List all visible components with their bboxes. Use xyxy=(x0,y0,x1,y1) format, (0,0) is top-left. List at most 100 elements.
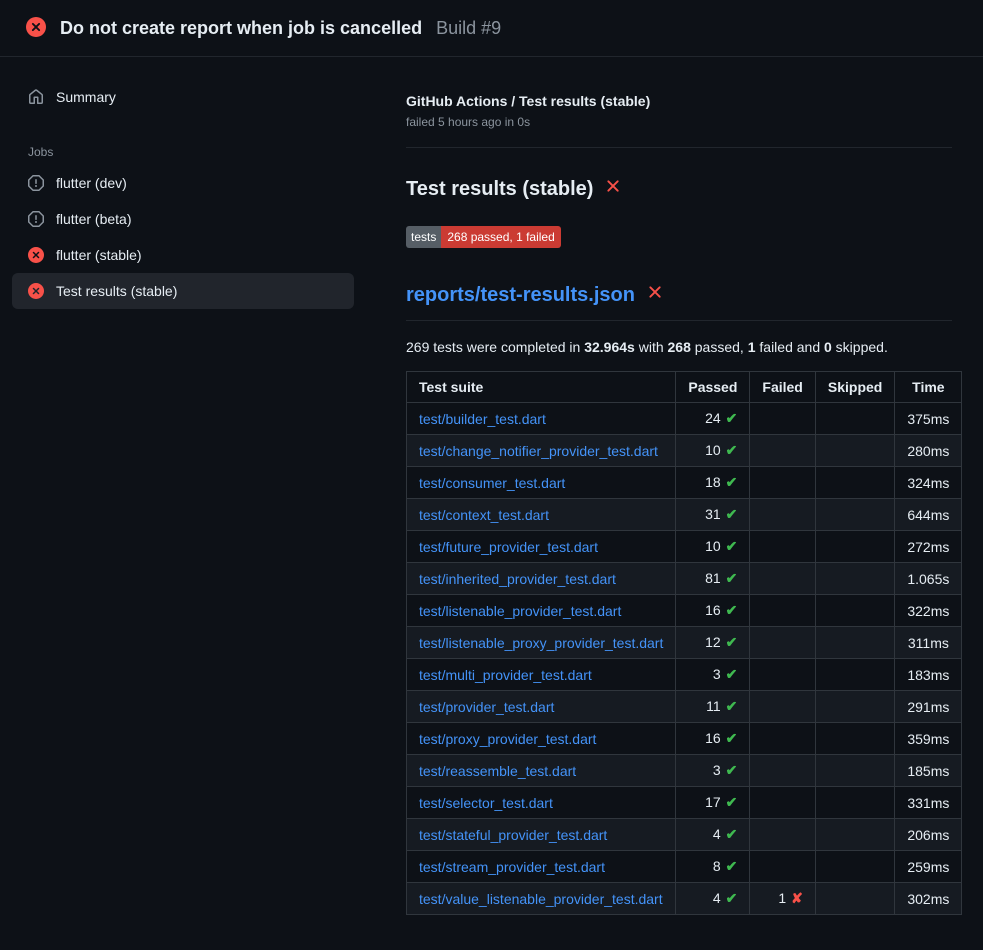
count-value: 18 xyxy=(705,474,721,490)
suite-link[interactable]: test/proxy_provider_test.dart xyxy=(419,731,596,747)
divider xyxy=(406,147,952,148)
skipped-cell xyxy=(815,691,894,723)
failed-cell xyxy=(750,467,815,499)
suite-cell: test/value_listenable_provider_test.dart xyxy=(407,883,676,915)
breadcrumb: GitHub Actions / Test results (stable) xyxy=(406,93,952,109)
suite-link[interactable]: test/inherited_provider_test.dart xyxy=(419,571,616,587)
section-title: Test results (stable) xyxy=(406,176,952,202)
check-icon: ✔ xyxy=(726,506,738,522)
count-value: 81 xyxy=(705,570,721,586)
sidebar-item-flutter-stable[interactable]: flutter (stable) xyxy=(12,237,354,273)
suite-cell: test/proxy_provider_test.dart xyxy=(407,723,676,755)
report-link[interactable]: reports/test-results.json xyxy=(406,284,635,307)
x-circle-fill-icon xyxy=(28,283,44,299)
check-icon: ✔ xyxy=(726,442,738,458)
suite-link[interactable]: test/selector_test.dart xyxy=(419,795,553,811)
suite-link[interactable]: test/provider_test.dart xyxy=(419,699,554,715)
time-cell: 183ms xyxy=(895,659,962,691)
skipped-cell xyxy=(815,787,894,819)
suite-link[interactable]: test/future_provider_test.dart xyxy=(419,539,598,555)
skipped-cell xyxy=(815,883,894,915)
check-icon: ✔ xyxy=(726,602,738,618)
time-cell: 302ms xyxy=(895,883,962,915)
column-header-time: Time xyxy=(895,372,962,403)
stop-icon xyxy=(28,175,44,191)
suite-cell: test/builder_test.dart xyxy=(407,403,676,435)
summary-line: 269 tests were completed in 32.964s with… xyxy=(406,339,952,355)
suite-link[interactable]: test/context_test.dart xyxy=(419,507,549,523)
skipped-cell xyxy=(815,659,894,691)
suite-cell: test/listenable_proxy_provider_test.dart xyxy=(407,627,676,659)
count-value: 4 xyxy=(713,890,721,906)
suite-link[interactable]: test/multi_provider_test.dart xyxy=(419,667,592,683)
failed-cell xyxy=(750,787,815,819)
summary-text: with xyxy=(635,339,668,355)
table-row: test/multi_provider_test.dart 3✔ 183ms xyxy=(407,659,962,691)
summary-text: failed and xyxy=(756,339,825,355)
suite-link[interactable]: test/value_listenable_provider_test.dart xyxy=(419,891,663,907)
suite-cell: test/change_notifier_provider_test.dart xyxy=(407,435,676,467)
suite-link[interactable]: test/builder_test.dart xyxy=(419,411,546,427)
summary-text: passed, xyxy=(691,339,748,355)
column-header-passed: Passed xyxy=(676,372,750,403)
count-value: 24 xyxy=(705,410,721,426)
check-icon: ✔ xyxy=(726,666,738,682)
passed-cell: 4✔ xyxy=(676,819,750,851)
suite-cell: test/multi_provider_test.dart xyxy=(407,659,676,691)
time-cell: 280ms xyxy=(895,435,962,467)
run-meta: failed 5 hours ago in 0s xyxy=(406,115,952,129)
suite-link[interactable]: test/listenable_proxy_provider_test.dart xyxy=(419,635,663,651)
check-icon: ✔ xyxy=(726,826,738,842)
count-value: 31 xyxy=(705,506,721,522)
sidebar: Summary Jobs flutter (dev) flutter (beta… xyxy=(0,57,366,309)
failed-cell xyxy=(750,723,815,755)
column-header-skipped: Skipped xyxy=(815,372,894,403)
check-icon: ✔ xyxy=(726,474,738,490)
time-cell: 331ms xyxy=(895,787,962,819)
table-row: test/reassemble_test.dart 3✔ 185ms xyxy=(407,755,962,787)
summary-duration: 32.964s xyxy=(584,339,635,355)
sidebar-item-label: flutter (dev) xyxy=(56,175,127,191)
suite-link[interactable]: test/change_notifier_provider_test.dart xyxy=(419,443,658,459)
passed-cell: 3✔ xyxy=(676,659,750,691)
count-value: 12 xyxy=(705,634,721,650)
skipped-cell xyxy=(815,467,894,499)
time-cell: 206ms xyxy=(895,819,962,851)
suite-link[interactable]: test/listenable_provider_test.dart xyxy=(419,603,621,619)
sidebar-item-flutter-dev[interactable]: flutter (dev) xyxy=(12,165,354,201)
jobs-section-label: Jobs xyxy=(12,139,354,165)
skipped-cell xyxy=(815,499,894,531)
suite-link[interactable]: test/stateful_provider_test.dart xyxy=(419,827,607,843)
time-cell: 291ms xyxy=(895,691,962,723)
table-header-row: Test suite Passed Failed Skipped Time xyxy=(407,372,962,403)
passed-cell: 10✔ xyxy=(676,531,750,563)
summary-skipped-count: 0 xyxy=(824,339,832,355)
failed-cell xyxy=(750,659,815,691)
time-cell: 375ms xyxy=(895,403,962,435)
sidebar-item-test-results-stable[interactable]: Test results (stable) xyxy=(12,273,354,309)
count-value: 10 xyxy=(705,538,721,554)
suite-cell: test/stream_provider_test.dart xyxy=(407,851,676,883)
x-icon xyxy=(603,176,623,202)
skipped-cell xyxy=(815,851,894,883)
suite-cell: test/consumer_test.dart xyxy=(407,467,676,499)
suite-cell: test/stateful_provider_test.dart xyxy=(407,819,676,851)
run-header: Do not create report when job is cancell… xyxy=(0,0,983,57)
column-header-failed: Failed xyxy=(750,372,815,403)
passed-cell: 12✔ xyxy=(676,627,750,659)
suite-link[interactable]: test/consumer_test.dart xyxy=(419,475,565,491)
table-row: test/stateful_provider_test.dart 4✔ 206m… xyxy=(407,819,962,851)
failed-cell xyxy=(750,819,815,851)
table-row: test/stream_provider_test.dart 8✔ 259ms xyxy=(407,851,962,883)
passed-cell: 17✔ xyxy=(676,787,750,819)
passed-cell: 8✔ xyxy=(676,851,750,883)
sidebar-item-flutter-beta[interactable]: flutter (beta) xyxy=(12,201,354,237)
badge-value: 268 passed, 1 failed xyxy=(441,226,560,248)
suite-cell: test/inherited_provider_test.dart xyxy=(407,563,676,595)
table-row: test/context_test.dart 31✔ 644ms xyxy=(407,499,962,531)
sidebar-item-summary[interactable]: Summary xyxy=(12,79,354,115)
skipped-cell xyxy=(815,723,894,755)
failed-cell xyxy=(750,499,815,531)
suite-link[interactable]: test/stream_provider_test.dart xyxy=(419,859,605,875)
suite-link[interactable]: test/reassemble_test.dart xyxy=(419,763,576,779)
